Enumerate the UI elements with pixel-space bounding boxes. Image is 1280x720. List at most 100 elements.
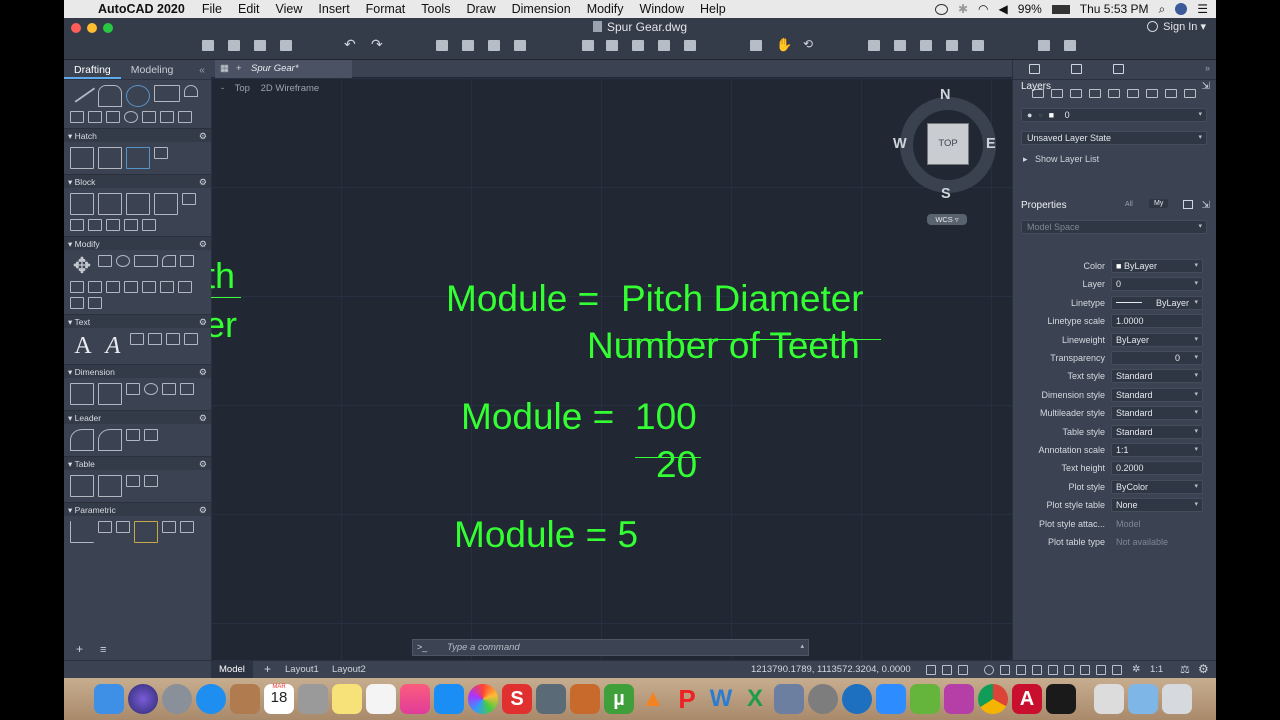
block-attribute-icon[interactable] [154, 193, 178, 215]
spline-tool-icon[interactable] [70, 111, 84, 123]
tab-model[interactable]: Model [211, 661, 253, 679]
insert-block-icon[interactable] [70, 193, 94, 215]
notification-center-icon[interactable]: ☰ [1197, 2, 1208, 16]
new-tab-plus-icon[interactable]: + [236, 60, 242, 78]
layer-freeze-icon[interactable] [1184, 89, 1196, 98]
section-text[interactable]: ▾ Text ⚙ [64, 314, 211, 328]
folder-app-icon[interactable] [570, 684, 600, 714]
notefile-icon[interactable] [230, 684, 260, 714]
property-value[interactable]: 0 ▾ [1111, 351, 1203, 365]
clock[interactable]: Thu 5:53 PM [1080, 2, 1149, 16]
compass-south[interactable]: S [941, 186, 951, 202]
menu-tools[interactable]: Tools [413, 2, 458, 16]
app-store-icon[interactable] [434, 684, 464, 714]
new-file-icon[interactable] [202, 40, 214, 51]
downloads-folder-icon[interactable] [1128, 684, 1158, 714]
delete-constraints-icon[interactable] [180, 521, 194, 533]
properties-expand-icon[interactable]: ⇲ [1202, 200, 1210, 211]
gear-icon[interactable]: ⚙ [199, 365, 207, 379]
gear-icon[interactable]: ⚙ [199, 315, 207, 329]
visual-style[interactable]: 2D Wireframe [261, 83, 320, 94]
layer-properties-icon[interactable] [1032, 89, 1044, 98]
annotation-scale-status[interactable]: 1:1 [1150, 664, 1163, 675]
publish-icon[interactable] [488, 40, 500, 51]
chrome-icon[interactable] [978, 684, 1008, 714]
photos-icon[interactable] [468, 684, 498, 714]
gear-icon[interactable]: ⚙ [199, 411, 207, 425]
file-tab-grid-icon[interactable]: ▦ [220, 60, 229, 78]
dynamic-ucs-icon[interactable] [1096, 665, 1106, 675]
edit-block-icon[interactable] [126, 193, 150, 215]
tab-drafting[interactable]: Drafting [64, 60, 121, 79]
blocks-tab-icon[interactable] [1071, 64, 1082, 74]
annotation-monitor-icon[interactable] [1112, 665, 1122, 675]
menu-edit[interactable]: Edit [230, 2, 268, 16]
ellipse-tool-icon[interactable] [124, 111, 138, 123]
property-value[interactable]: Standard ▾ [1111, 387, 1203, 402]
safari-icon[interactable] [196, 684, 226, 714]
layer-previous-icon[interactable] [1127, 89, 1139, 98]
fillet-icon[interactable] [162, 255, 176, 267]
property-value[interactable]: 0 ▾ [1111, 277, 1203, 292]
layer-off-icon[interactable] [894, 40, 906, 51]
settings-icon[interactable] [1064, 40, 1076, 51]
radius-dimension-icon[interactable] [144, 383, 158, 395]
file-tab-spur-gear[interactable]: ▦ + Spur Gear* [215, 60, 352, 78]
property-value[interactable]: 0.2000 [1111, 461, 1203, 476]
battery-icon[interactable] [1051, 4, 1070, 14]
command-input[interactable] [447, 640, 787, 655]
property-value[interactable]: ByLayer ▾ [1111, 295, 1203, 310]
filezilla-icon[interactable] [910, 684, 940, 714]
array-icon[interactable] [180, 255, 194, 267]
plot-icon[interactable] [436, 40, 448, 51]
snap-mode-icon[interactable] [942, 665, 952, 675]
menu-draw[interactable]: Draw [458, 2, 503, 16]
property-value[interactable]: Standard ▾ [1111, 424, 1203, 439]
autocad-dock-icon[interactable]: A [1012, 684, 1042, 714]
bluetooth-icon[interactable]: ✱ [958, 2, 968, 16]
batch-plot-icon[interactable] [462, 40, 474, 51]
show-layer-list-toggle[interactable]: ▸ Show Layer List [1023, 154, 1099, 165]
align-leader-icon[interactable] [126, 429, 140, 441]
camtasia-icon[interactable] [536, 684, 566, 714]
viewport-menu[interactable]: - [221, 83, 224, 94]
property-value[interactable]: ■ ByLayer ▾ [1111, 259, 1203, 273]
selection-space-dropdown[interactable]: Model Space ▾ [1021, 220, 1207, 234]
redo-icon[interactable]: ↷ [371, 36, 383, 53]
sheet-set-icon[interactable] [684, 40, 696, 51]
menu-modify[interactable]: Modify [579, 2, 632, 16]
region-tool-icon[interactable] [142, 111, 156, 123]
find-text-icon[interactable] [166, 333, 180, 345]
drawing-canvas[interactable]: - Top 2D Wireframe th er Module = Pitch … [211, 78, 1012, 660]
lineweight-icon[interactable] [1048, 665, 1058, 675]
write-block-icon[interactable] [124, 219, 138, 231]
boundary-icon[interactable] [126, 147, 150, 169]
autocad-icon[interactable] [972, 40, 984, 51]
block-palette-icon[interactable] [142, 219, 156, 231]
gear-icon[interactable]: ⚙ [199, 503, 207, 517]
preview-icon[interactable] [774, 684, 804, 714]
layer-on-icon[interactable] [868, 40, 880, 51]
ortho-mode-icon[interactable] [958, 665, 968, 675]
menu-format[interactable]: Format [358, 2, 414, 16]
parallels-icon[interactable]: P [672, 684, 702, 714]
palette-menu-icon[interactable]: ≡ [100, 644, 106, 656]
piano-app-icon[interactable] [1046, 684, 1076, 714]
menu-insert[interactable]: Insert [310, 2, 357, 16]
undo-icon[interactable]: ↶ [344, 36, 356, 53]
revision-cloud-icon[interactable] [178, 111, 192, 123]
multileader-icon[interactable] [70, 429, 94, 451]
move-icon[interactable]: ✥ [70, 255, 94, 277]
calculator-icon[interactable] [298, 684, 328, 714]
menu-dimension[interactable]: Dimension [504, 2, 579, 16]
property-value[interactable]: Standard ▾ [1111, 406, 1203, 421]
stretch-icon[interactable] [134, 255, 158, 267]
record-icon[interactable] [934, 3, 948, 15]
lock-constraint-icon[interactable] [134, 521, 158, 543]
menu-window[interactable]: Window [632, 2, 692, 16]
expand-palette-icon[interactable]: » [1205, 63, 1210, 73]
erase-icon[interactable] [178, 281, 192, 293]
multiline-tool-icon[interactable] [88, 111, 102, 123]
layer-new-icon[interactable] [1051, 89, 1063, 98]
zoom-window-icon[interactable] [750, 40, 762, 51]
